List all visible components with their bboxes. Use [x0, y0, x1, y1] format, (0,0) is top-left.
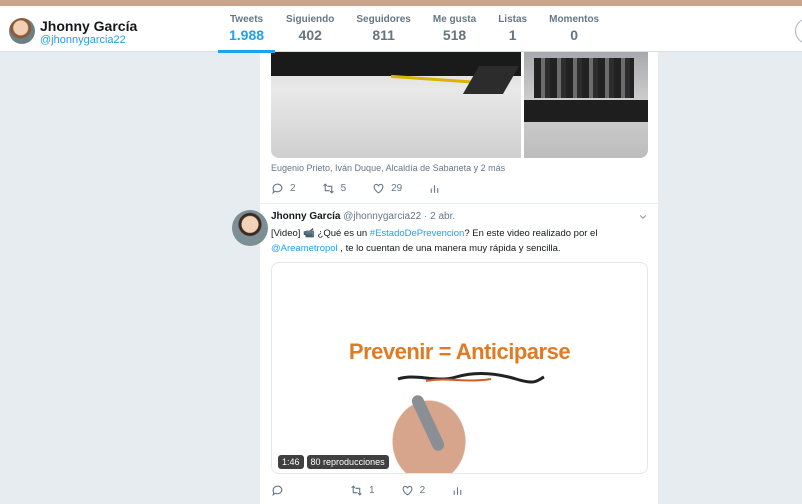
stat-value: 1: [508, 27, 517, 43]
video-frame-title: Prevenir = Anticiparse: [348, 339, 571, 364]
photo-detail: [524, 100, 648, 122]
reply-count: 2: [290, 183, 296, 194]
stat-following[interactable]: Siguiendo 402: [275, 14, 345, 52]
retweet-count: 5: [340, 183, 347, 194]
photo-detail: [391, 74, 481, 85]
retweet-count: 1: [369, 485, 375, 496]
follow-button-edge[interactable]: [795, 18, 802, 44]
tweet-text: [Video] 📹 ¿Qué es un #EstadoDePrevencion…: [271, 226, 641, 256]
heart-icon: [402, 485, 412, 496]
video-duration: 1:46: [278, 455, 304, 469]
tweet-divider: [260, 203, 658, 204]
mention-link[interactable]: @Areametropol: [271, 243, 338, 254]
retweet-icon: [322, 183, 334, 194]
profile-name[interactable]: Jhonny García: [40, 18, 137, 34]
photo-tag-caption[interactable]: Eugenio Prieto, Iván Duque, Alcaldía de …: [271, 163, 505, 173]
like-count: 2: [419, 485, 426, 496]
tweet-author-handle[interactable]: @jhonnygarcia22 · 2 abr.: [343, 211, 455, 222]
tweet-text-segment: ? En este video realizado por el: [464, 228, 598, 239]
video-badges: 1:46 80 reproducciones: [278, 455, 392, 469]
retweet-icon: [351, 485, 362, 496]
tweet-avatar[interactable]: [232, 210, 268, 246]
video-player[interactable]: Prevenir = Anticiparse 1:46 80 reproducc…: [271, 262, 648, 474]
stat-value: 518: [442, 27, 467, 43]
stat-label: Seguidores: [356, 14, 411, 25]
stat-lists[interactable]: Listas 1: [487, 14, 538, 52]
reply-button[interactable]: 2: [271, 182, 296, 195]
chevron-down-icon[interactable]: [638, 212, 648, 222]
stat-followers[interactable]: Seguidores 811: [345, 14, 421, 52]
header-banner-strip: [0, 0, 802, 6]
tweet-text-segment: [Video] 📹 ¿Qué es un: [271, 228, 370, 239]
photo-detail: [534, 58, 634, 98]
stat-value: 1.988: [229, 27, 265, 43]
scribbled-word: [397, 371, 545, 384]
like-button[interactable]: 29: [372, 182, 402, 195]
analytics-button[interactable]: [451, 484, 470, 497]
like-button[interactable]: 2: [401, 484, 426, 497]
stat-value: 0: [570, 27, 578, 43]
analytics-icon: [453, 487, 462, 495]
stat-moments[interactable]: Momentos 0: [538, 14, 610, 52]
reply-icon: [272, 485, 283, 497]
analytics-icon: [430, 185, 439, 193]
stat-label: Me gusta: [432, 14, 477, 25]
stat-likes[interactable]: Me gusta 518: [422, 14, 487, 52]
reply-button[interactable]: [271, 484, 290, 497]
retweet-button[interactable]: 1: [350, 484, 375, 497]
tweet-text-segment: , te lo cuentan de una manera muy rápida…: [337, 243, 561, 254]
tweet-header: Jhonny García @jhonnygarcia22 · 2 abr.: [271, 211, 455, 222]
profile-header: Jhonny García @jhonnygarcia22 Tweets 1.9…: [0, 0, 802, 53]
stat-label: Tweets: [229, 14, 264, 25]
profile-stats-nav: Tweets 1.988 Siguiendo 402 Seguidores 81…: [218, 14, 610, 53]
like-count: 29: [391, 183, 403, 194]
stat-value: 402: [298, 27, 322, 43]
tweet-actions: 1 2: [271, 484, 496, 497]
video-view-count: 80 reproducciones: [306, 455, 389, 469]
stat-value: 811: [372, 27, 395, 43]
hashtag-link[interactable]: #EstadoDePrevencion: [370, 228, 465, 239]
heart-icon: [373, 183, 384, 194]
stat-label: Listas: [498, 14, 528, 25]
profile-avatar[interactable]: [9, 18, 35, 44]
tweet-stream: Eugenio Prieto, Iván Duque, Alcaldía de …: [232, 0, 658, 504]
reply-icon: [272, 183, 283, 195]
tweet-photo[interactable]: [271, 52, 521, 158]
stat-label: Momentos: [549, 14, 600, 25]
profile-handle[interactable]: @jhonnygarcia22: [40, 34, 126, 46]
analytics-button[interactable]: [428, 182, 447, 195]
tweet-author-name[interactable]: Jhonny García: [271, 211, 340, 222]
stat-tweets[interactable]: Tweets 1.988: [218, 14, 276, 53]
tweet-photo-grid[interactable]: [271, 52, 648, 158]
tweet-actions: 2 5 29: [271, 182, 473, 195]
retweet-button[interactable]: 5: [322, 182, 347, 195]
tweet-photo[interactable]: [524, 52, 648, 158]
stat-label: Siguiendo: [286, 14, 335, 25]
